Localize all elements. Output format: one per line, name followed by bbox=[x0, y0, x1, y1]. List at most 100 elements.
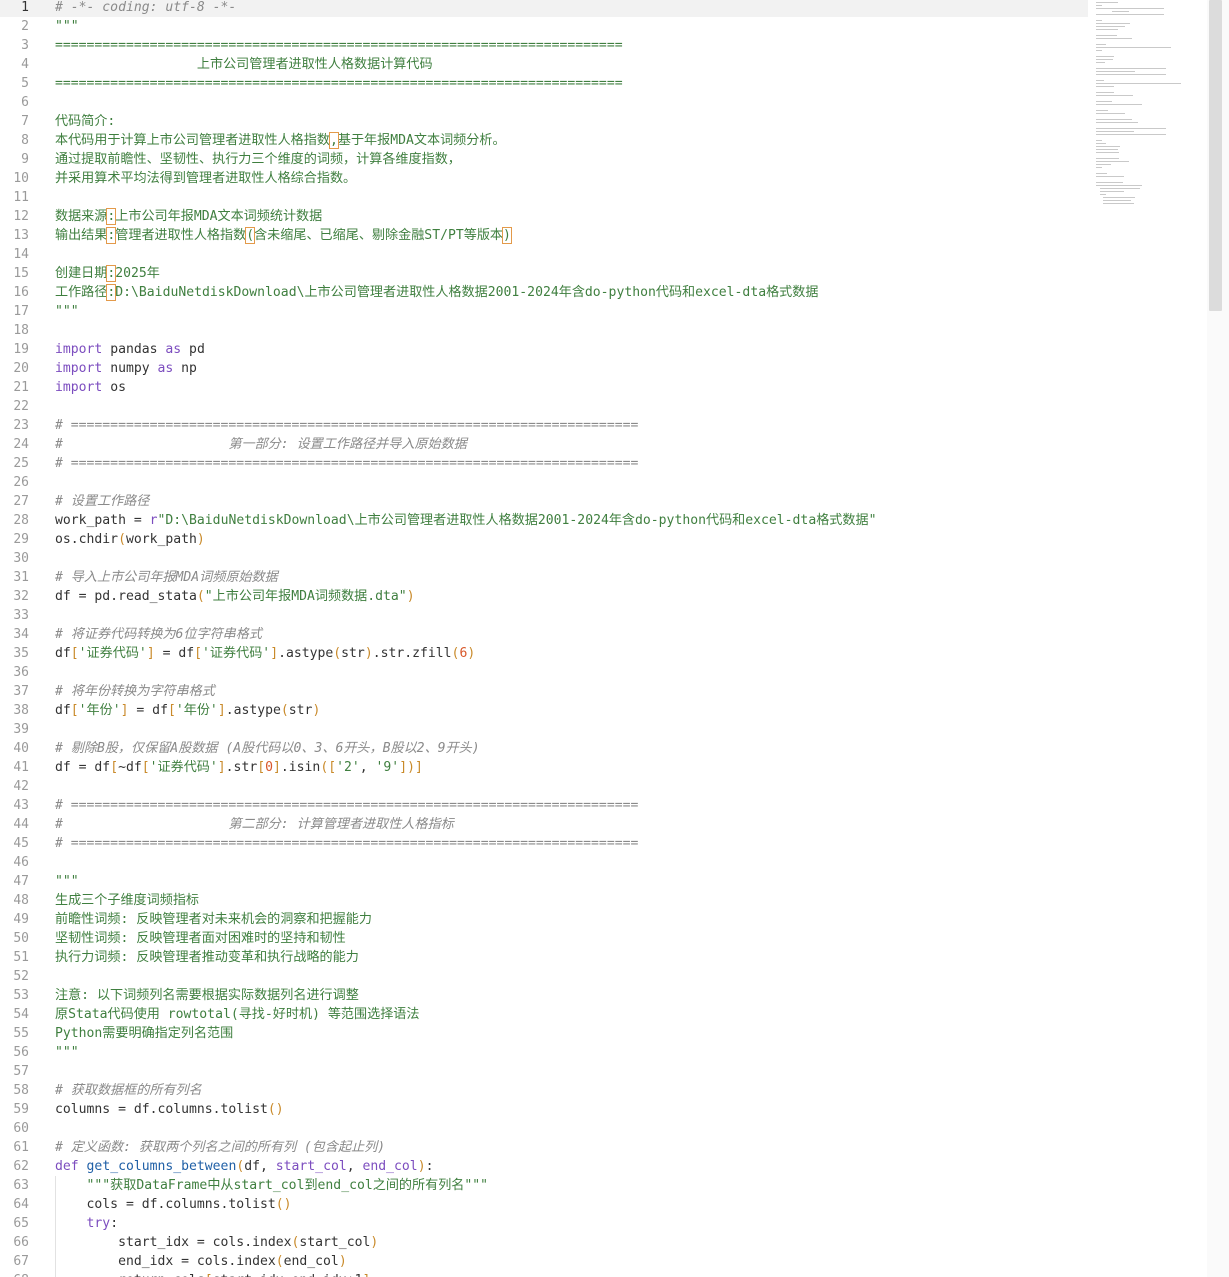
code-line[interactable]: 61 # 定义函数: 获取两个列名之间的所有列 (包含起止列) bbox=[0, 1138, 1088, 1157]
code-line[interactable]: 42 bbox=[0, 777, 1088, 796]
line-number: 16 bbox=[13, 285, 29, 300]
code-line[interactable]: 64 cols = df.columns.tolist() bbox=[0, 1195, 1088, 1214]
line-number: 36 bbox=[13, 665, 29, 680]
code-line[interactable]: 56 """ bbox=[0, 1043, 1088, 1062]
code-line[interactable]: 29 os.chdir(work_path) bbox=[0, 530, 1088, 549]
code-line[interactable]: 52 bbox=[0, 967, 1088, 986]
code-line[interactable]: 48 生成三个子维度词频指标 bbox=[0, 891, 1088, 910]
code-line[interactable]: 8 本代码用于计算上市公司管理者进取性人格指数,基于年报MDA文本词频分析。 bbox=[0, 131, 1088, 150]
code-line[interactable]: 24 # 第一部分: 设置工作路径并导入原始数据 bbox=[0, 435, 1088, 454]
code-line[interactable]: 7 代码简介: bbox=[0, 112, 1088, 131]
code-line[interactable]: 58 # 获取数据框的所有列名 bbox=[0, 1081, 1088, 1100]
code-token: 前瞻性词频: 反映管理者对未来机会的洞察和把握能力 bbox=[55, 912, 372, 927]
code-token: 管理者进取性人格指数 bbox=[115, 228, 247, 243]
code-line[interactable]: 55 Python需要明确指定列名范围 bbox=[0, 1024, 1088, 1043]
code-line[interactable]: 23 # ====================================… bbox=[0, 416, 1088, 435]
code-line[interactable]: 34 # 将证券代码转换为6位字符串格式 bbox=[0, 625, 1088, 644]
code-line[interactable]: 17 """ bbox=[0, 302, 1088, 321]
code-token: '年份' bbox=[175, 703, 218, 718]
code-line[interactable]: 5 =======================================… bbox=[0, 74, 1088, 93]
code-line[interactable]: 1 # -*- coding: utf-8 -*- bbox=[0, 0, 1088, 17]
code-token: ( bbox=[280, 703, 289, 718]
code-line[interactable]: 25 # ====================================… bbox=[0, 454, 1088, 473]
code-text: ========================================… bbox=[55, 74, 623, 93]
code-line[interactable]: 16 工作路径:D:\BaiduNetdiskDownload\上市公司管理者进取… bbox=[0, 283, 1088, 302]
code-token: '证券代码' bbox=[78, 646, 147, 661]
minimap-line bbox=[1096, 158, 1119, 159]
line-number: 51 bbox=[13, 950, 29, 965]
code-line[interactable]: 67 end_idx = cols.index(end_col) bbox=[0, 1252, 1088, 1271]
code-line[interactable]: 18 bbox=[0, 321, 1088, 340]
code-text: ========================================… bbox=[55, 36, 623, 55]
code-line[interactable]: 9 通过提取前瞻性、坚韧性、执行力三个维度的词频，计算各维度指数， bbox=[0, 150, 1088, 169]
code-line[interactable]: 3 =======================================… bbox=[0, 36, 1088, 55]
code-line[interactable]: 26 bbox=[0, 473, 1088, 492]
code-line[interactable]: 43 # ====================================… bbox=[0, 796, 1088, 815]
code-line[interactable]: 49 前瞻性词频: 反映管理者对未来机会的洞察和把握能力 bbox=[0, 910, 1088, 929]
code-token: df = pd.read_stata bbox=[55, 589, 197, 604]
code-line[interactable]: 38 df['年份'] = df['年份'].astype(str) bbox=[0, 701, 1088, 720]
code-line[interactable]: 11 bbox=[0, 188, 1088, 207]
code-line[interactable]: 65 try: bbox=[0, 1214, 1088, 1233]
code-line[interactable]: 13 输出结果:管理者进取性人格指数(含未缩尾、已缩尾、剔除金融ST/PT等版本) bbox=[0, 226, 1088, 245]
code-token: 创建日期 bbox=[55, 266, 108, 281]
code-line[interactable]: 54 原Stata代码使用 rowtotal(寻找-好时机) 等范围选择语法 bbox=[0, 1005, 1088, 1024]
minimap-line bbox=[1096, 14, 1165, 15]
code-line[interactable]: 57 bbox=[0, 1062, 1088, 1081]
code-token: , bbox=[346, 1159, 363, 1174]
code-line[interactable]: 32 df = pd.read_stata("上市公司年报MDA词频数据.dta"… bbox=[0, 587, 1088, 606]
code-token: try bbox=[55, 1216, 111, 1231]
scrollbar-thumb[interactable] bbox=[1209, 0, 1222, 311]
code-line[interactable]: 47 """ bbox=[0, 872, 1088, 891]
code-line[interactable]: 40 # 剔除B股，仅保留A股数据 (A股代码以0、3、6开头，B股以2、9开头) bbox=[0, 739, 1088, 758]
code-token: .astype bbox=[278, 646, 334, 661]
code-line[interactable]: 53 注意: 以下词频列名需要根据实际数据列名进行调整 bbox=[0, 986, 1088, 1005]
code-token: 输出结果 bbox=[55, 228, 108, 243]
code-line[interactable]: 6 bbox=[0, 93, 1088, 112]
code-token: work_path = bbox=[55, 513, 150, 528]
code-line[interactable]: 30 bbox=[0, 549, 1088, 568]
code-line[interactable]: 36 bbox=[0, 663, 1088, 682]
code-token: def bbox=[55, 1159, 79, 1174]
code-line[interactable]: 51 执行力词频: 反映管理者推动变革和执行战略的能力 bbox=[0, 948, 1088, 967]
minimap-line bbox=[1112, 11, 1130, 12]
code-line[interactable]: 4 上市公司管理者进取性人格数据计算代码 bbox=[0, 55, 1088, 74]
code-line[interactable]: 63 """获取DataFrame中从start_col到end_col之间的所… bbox=[0, 1176, 1088, 1195]
code-token: "D:\BaiduNetdiskDownload\上市公司管理者进取性人格数据2… bbox=[157, 513, 877, 528]
code-line[interactable]: 12 数据来源:上市公司年报MDA文本词频统计数据 bbox=[0, 207, 1088, 226]
minimap-line bbox=[1096, 50, 1102, 51]
code-line[interactable]: 31 # 导入上市公司年报MDA词频原始数据 bbox=[0, 568, 1088, 587]
code-line[interactable]: 59 columns = df.columns.tolist() bbox=[0, 1100, 1088, 1119]
code-line[interactable]: 60 bbox=[0, 1119, 1088, 1138]
code-line[interactable]: 50 坚韧性词频: 反映管理者面对困难时的坚持和韧性 bbox=[0, 929, 1088, 948]
line-number: 28 bbox=[13, 513, 29, 528]
code-line[interactable]: 35 df['证券代码'] = df['证券代码'].astype(str).st… bbox=[0, 644, 1088, 663]
code-line[interactable]: 28 work_path = r"D:\BaiduNetdiskDownload\… bbox=[0, 511, 1088, 530]
code-line[interactable]: 37 # 将年份转换为字符串格式 bbox=[0, 682, 1088, 701]
code-line[interactable]: 15 创建日期:2025年 bbox=[0, 264, 1088, 283]
code-line[interactable]: 21 import os bbox=[0, 378, 1088, 397]
code-line[interactable]: 33 bbox=[0, 606, 1088, 625]
code-text: # 定义函数: 获取两个列名之间的所有列 (包含起止列) bbox=[55, 1138, 385, 1157]
code-line[interactable]: 46 bbox=[0, 853, 1088, 872]
code-line[interactable]: 62 def get_columns_between(df, start_col,… bbox=[0, 1157, 1088, 1176]
minimap[interactable] bbox=[1092, 0, 1207, 460]
code-line[interactable]: 20 import numpy as np bbox=[0, 359, 1088, 378]
code-editor[interactable]: 1 # -*- coding: utf-8 -*- 2 """ 3 ===========… bbox=[0, 0, 1088, 1277]
code-line[interactable]: 66 start_idx = cols.index(start_col) bbox=[0, 1233, 1088, 1252]
code-line[interactable]: 2 """ bbox=[0, 17, 1088, 36]
code-line[interactable]: 41 df = df[~df['证券代码'].str[0].isin(['2', … bbox=[0, 758, 1088, 777]
code-line[interactable]: 19 import pandas as pd bbox=[0, 340, 1088, 359]
minimap-line bbox=[1103, 197, 1135, 198]
code-line[interactable]: 10 并采用算术平均法得到管理者进取性人格综合指数。 bbox=[0, 169, 1088, 188]
code-line[interactable]: 39 bbox=[0, 720, 1088, 739]
code-line[interactable]: 44 # 第二部分: 计算管理者进取性人格指标 bbox=[0, 815, 1088, 834]
code-token: # ======================================… bbox=[55, 836, 639, 851]
code-line[interactable]: 68 return cols[start_idx:end_idx+1] bbox=[0, 1271, 1088, 1277]
code-line[interactable]: 27 # 设置工作路径 bbox=[0, 492, 1088, 511]
code-text: # 导入上市公司年报MDA词频原始数据 bbox=[55, 568, 278, 587]
code-line[interactable]: 22 bbox=[0, 397, 1088, 416]
code-line[interactable]: 14 bbox=[0, 245, 1088, 264]
code-line[interactable]: 45 # ====================================… bbox=[0, 834, 1088, 853]
